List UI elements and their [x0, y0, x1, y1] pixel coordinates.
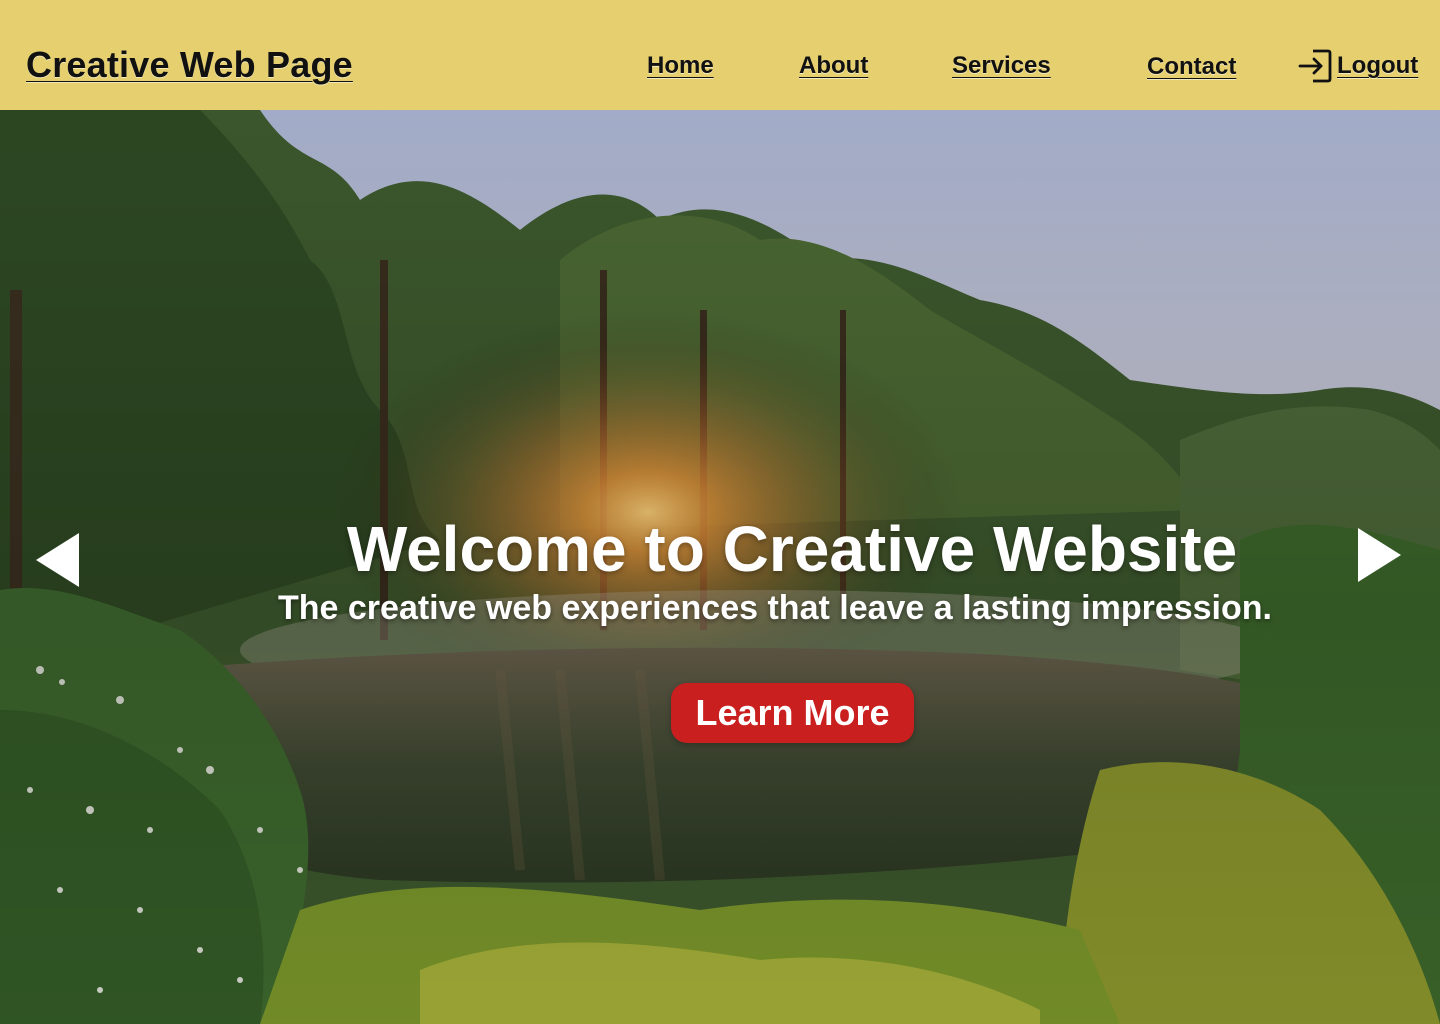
nav-about-link[interactable]: About [799, 52, 868, 80]
hero-slider: Welcome to Creative Website The creative… [0, 110, 1440, 1024]
arrow-right-icon [1354, 525, 1404, 585]
learn-more-button[interactable]: Learn More [671, 683, 914, 743]
arrow-left-icon [33, 530, 83, 590]
page: Creative Web Page Home About Services Co… [0, 0, 1440, 1024]
slider-next-button[interactable] [1354, 525, 1404, 585]
hero-background-image [0, 110, 1440, 1024]
site-brand[interactable]: Creative Web Page [26, 44, 353, 86]
top-navbar: Creative Web Page Home About Services Co… [0, 0, 1440, 110]
nav-services-link[interactable]: Services [952, 52, 1051, 80]
logout-icon [1297, 48, 1333, 84]
logout-label: Logout [1337, 52, 1419, 79]
logout-button[interactable]: Logout [1297, 48, 1418, 84]
nav-home-link[interactable]: Home [647, 52, 714, 80]
slider-prev-button[interactable] [33, 530, 83, 590]
nav-contact-link[interactable]: Contact [1147, 53, 1236, 81]
